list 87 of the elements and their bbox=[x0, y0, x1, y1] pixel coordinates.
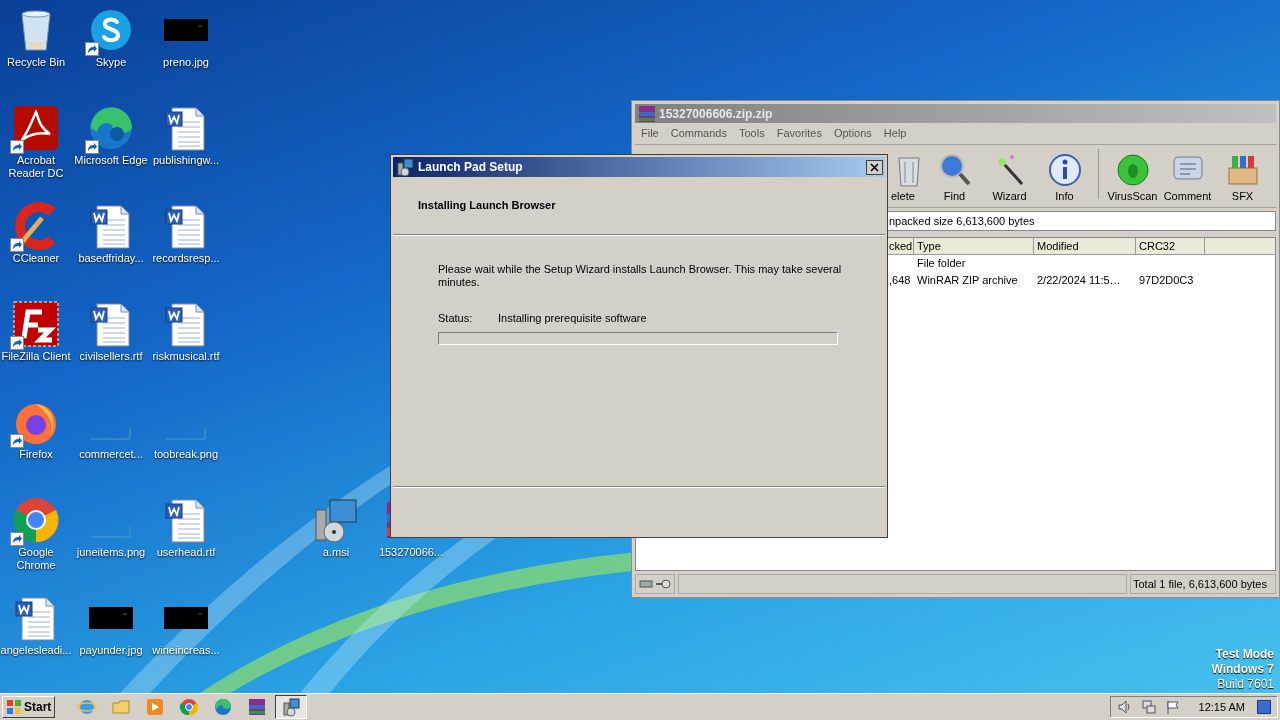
column-header[interactable]: Modified bbox=[1034, 238, 1136, 254]
desktop-icon-label[interactable]: payunder.jpg bbox=[79, 644, 143, 657]
desktop-icon-label[interactable]: Recycle Bin bbox=[6, 56, 66, 69]
desktop-icon-label[interactable]: angelesleadi... bbox=[0, 644, 72, 657]
desktop-icon-label[interactable]: toobreak.png bbox=[153, 448, 219, 461]
desktop-icon-label[interactable]: CCleaner bbox=[12, 252, 60, 265]
folder-icon bbox=[111, 697, 132, 717]
desktop-icon-label[interactable]: Firefox bbox=[19, 448, 53, 461]
menu-item[interactable]: File bbox=[641, 124, 659, 142]
os-watermark-text: Build 7601 bbox=[1217, 677, 1274, 692]
desktop-icon-label[interactable]: juneitems.png bbox=[76, 546, 146, 559]
info-icon bbox=[1046, 152, 1083, 188]
taskbar-button[interactable] bbox=[275, 695, 308, 719]
image-thumbnail-icon bbox=[91, 526, 131, 538]
table-cell: File folder bbox=[917, 257, 966, 269]
close-icon bbox=[870, 162, 879, 172]
toolbar-button[interactable]: SFX bbox=[1215, 152, 1270, 203]
image-thumbnail-icon bbox=[166, 428, 206, 440]
desktop-icon-label[interactable]: a.msi bbox=[322, 546, 350, 559]
os-watermark-text: Windows 7 bbox=[1211, 662, 1274, 677]
browser-icon bbox=[87, 104, 135, 152]
toolbar-button[interactable]: Wizard bbox=[982, 152, 1037, 203]
windows-logo-icon bbox=[6, 699, 22, 715]
desktop-icon-label[interactable]: Microsoft Edge bbox=[74, 154, 148, 167]
desktop-icon-label[interactable]: commercet... bbox=[79, 448, 143, 461]
desktop-icon-label[interactable]: Skype bbox=[95, 56, 127, 69]
archive-icon bbox=[247, 697, 268, 717]
table-cell: 97D2D0C3 bbox=[1139, 274, 1194, 286]
status-label: Status: bbox=[438, 311, 474, 326]
tray-button[interactable] bbox=[1140, 699, 1157, 715]
column-header[interactable]: Type bbox=[914, 238, 1034, 254]
start-button[interactable]: Start bbox=[2, 696, 56, 718]
show-desktop-button[interactable] bbox=[1257, 700, 1271, 714]
desktop-icon-label[interactable]: publishingw... bbox=[152, 154, 219, 167]
desktop-icon-label[interactable]: riskmusical.rtf bbox=[152, 350, 220, 363]
menu-item[interactable]: Favorites bbox=[776, 124, 822, 142]
desktop-icon-label[interactable]: Google Chrome bbox=[0, 546, 74, 572]
drive-icon bbox=[639, 579, 653, 589]
installer-icon bbox=[281, 697, 302, 717]
menu-item[interactable]: Commands bbox=[670, 124, 727, 142]
installer-icon bbox=[395, 157, 415, 177]
bug-icon bbox=[1114, 152, 1151, 188]
dialog-title: Launch Pad Setup bbox=[418, 159, 524, 176]
close-button[interactable] bbox=[866, 159, 883, 175]
dialog-heading: Installing Launch Browser bbox=[418, 198, 556, 214]
dialog-message: Please wait while the Setup Wizard installs Launch Browser. This may take several minutes. bbox=[438, 263, 843, 289]
toolbar-button[interactable]: VirusScan bbox=[1105, 152, 1160, 203]
toolbar-button[interactable]: Find bbox=[927, 152, 982, 203]
desktop-icon-label[interactable]: preno.jpg bbox=[163, 56, 209, 69]
toolbar-button[interactable]: Comment bbox=[1160, 152, 1215, 203]
column-header[interactable]: CRC32 bbox=[1136, 238, 1205, 254]
network-icon bbox=[1140, 699, 1157, 715]
desktop-icon-label[interactable]: civilsellers.rtf bbox=[79, 350, 143, 363]
clock: 12:15 AM bbox=[1198, 699, 1245, 715]
table-cell: WinRAR ZIP archive bbox=[917, 274, 1018, 286]
desktop-icon-label[interactable]: basedfriday... bbox=[78, 252, 144, 265]
status-value: Installing prerequisite software bbox=[498, 311, 647, 326]
ftp-app-icon bbox=[12, 300, 60, 348]
toolbar-button[interactable]: elete bbox=[891, 152, 927, 203]
desktop-icon-label[interactable]: 153270066... bbox=[378, 546, 444, 559]
speaker-icon bbox=[1116, 699, 1133, 715]
image-thumbnail-icon bbox=[91, 428, 131, 440]
os-watermark-text: Test Mode bbox=[1215, 647, 1274, 662]
desktop-icon-label[interactable]: FileZilla Client bbox=[1, 350, 71, 363]
media-player-icon bbox=[145, 697, 166, 717]
toolbar-button[interactable]: Info bbox=[1037, 152, 1092, 203]
archive-icon bbox=[637, 103, 657, 124]
browser-icon bbox=[12, 496, 60, 544]
desktop-icon-label[interactable]: userhead.rtf bbox=[156, 546, 216, 559]
menu-item[interactable]: Help bbox=[883, 124, 907, 142]
browser-icon bbox=[179, 697, 200, 717]
table-cell: 2/22/2024 11:5… bbox=[1037, 274, 1121, 286]
window-title: 15327006606.zip.zip bbox=[659, 105, 773, 123]
browser-icon bbox=[213, 697, 234, 717]
menu-item[interactable]: Tools bbox=[739, 124, 765, 142]
status-text: Total 1 file, 6,613,600 bytes bbox=[1133, 576, 1267, 592]
table-cell: ,648 bbox=[889, 274, 911, 286]
menu-item[interactable]: Options bbox=[833, 124, 872, 142]
tray-button[interactable] bbox=[1116, 699, 1133, 715]
desktop-icon-label[interactable]: recordsresp... bbox=[152, 252, 220, 265]
pdf-app-icon bbox=[12, 104, 60, 152]
desktop-icon-label[interactable]: Acrobat Reader DC bbox=[0, 154, 74, 180]
flag-icon bbox=[1164, 699, 1181, 715]
browser-icon bbox=[77, 697, 98, 717]
tray-button[interactable] bbox=[1164, 699, 1181, 715]
key-icon bbox=[655, 579, 671, 589]
installer-icon bbox=[312, 496, 360, 544]
